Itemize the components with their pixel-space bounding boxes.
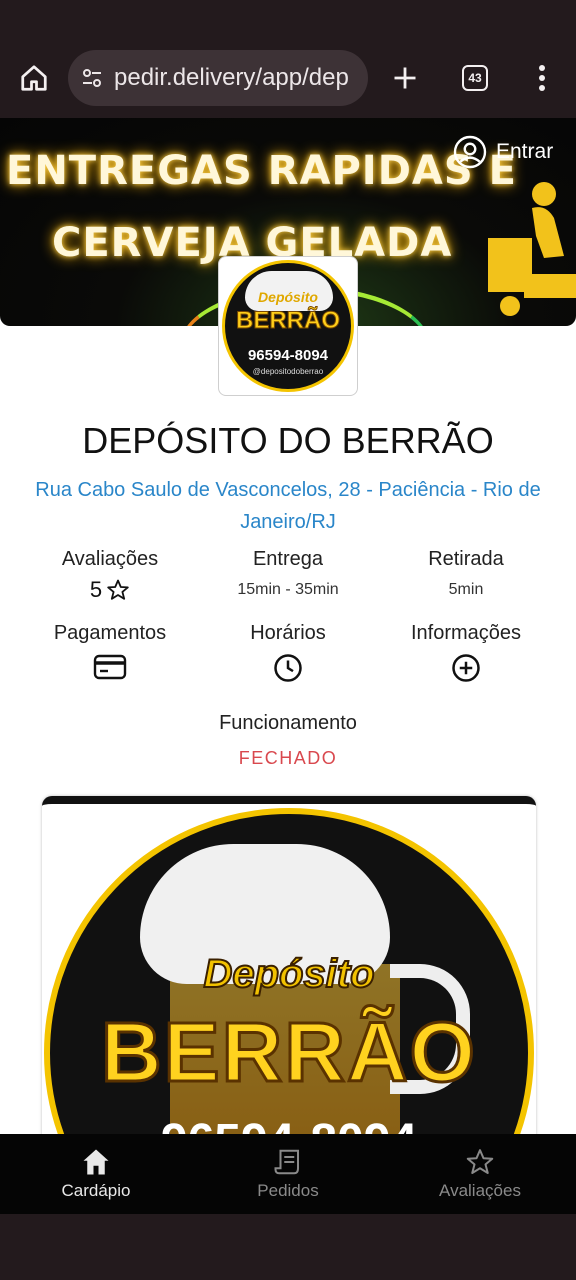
screen: pedir.delivery/app/dep 43 ENTREGAS RAPID… — [0, 0, 576, 1280]
store-logo: Depósito BERRÃO 96594-8094 @depositodobe… — [218, 256, 358, 396]
url-text[interactable]: pedir.delivery/app/dep — [114, 64, 349, 92]
home-icon — [21, 65, 47, 91]
information-label: Informações — [410, 622, 522, 644]
tab-count: 43 — [462, 65, 488, 91]
credit-card-icon — [93, 654, 127, 680]
home-button[interactable] — [14, 58, 54, 98]
pickup-info: Retirada 5min — [376, 548, 556, 599]
logo-phone-text: 96594-8094 — [247, 347, 329, 364]
logo-social-text: @depositodoberrao — [252, 367, 324, 376]
delivery-time: 15min - 35min — [237, 581, 339, 598]
add-circle-icon — [452, 654, 480, 682]
logo-name-text: BERRÃO — [235, 307, 340, 335]
plus-icon — [394, 67, 416, 89]
tab-switcher-button[interactable]: 43 — [455, 58, 495, 98]
delivery-info: Entrega 15min - 35min — [198, 548, 378, 599]
information-icon-wrap — [376, 653, 556, 683]
browser-toolbar: pedir.delivery/app/dep 43 — [0, 40, 576, 118]
hours-button[interactable]: Horários — [198, 622, 378, 683]
nav-label-cardapio: Cardápio — [61, 1181, 131, 1200]
banner-line-1: ENTREGAS RAPIDAS E — [6, 148, 517, 194]
information-button[interactable]: Informações — [376, 622, 556, 683]
star-icon — [466, 1149, 494, 1174]
delivery-label: Entrega — [252, 548, 324, 570]
payments-label: Pagamentos — [53, 622, 167, 644]
promo-logo-circle: Depósito BERRÃO 96594-8094 — [44, 808, 534, 1134]
nav-item-pedidos[interactable]: Pedidos — [192, 1134, 384, 1214]
nav-label-avaliacoes: Avaliações — [439, 1181, 521, 1200]
operation-label: Funcionamento — [219, 712, 357, 734]
payments-button[interactable]: Pagamentos — [20, 622, 200, 681]
hours-label: Horários — [250, 622, 326, 644]
new-tab-button[interactable] — [385, 58, 425, 98]
store-address[interactable]: Rua Cabo Saulo de Vasconcelos, 28 - Paci… — [30, 474, 546, 538]
browser-menu-button[interactable] — [522, 58, 562, 98]
hours-icon-wrap — [198, 653, 378, 683]
rating-info[interactable]: Avaliações 5 — [20, 548, 200, 603]
site-settings-icon[interactable] — [78, 64, 106, 92]
login-button[interactable]: Entrar — [452, 134, 553, 170]
promo-top-text: Depósito — [202, 951, 375, 997]
nav-label-pedidos: Pedidos — [257, 1181, 319, 1200]
pickup-label: Retirada — [428, 548, 504, 570]
system-gesture-bar — [0, 1214, 576, 1280]
star-outline-icon — [107, 579, 129, 600]
pickup-time: 5min — [448, 581, 484, 598]
promo-phone-text: 96594-8094 — [50, 1114, 528, 1134]
rating-value: 5 — [89, 577, 103, 602]
login-label: Entrar — [496, 140, 554, 163]
clock-icon — [274, 654, 302, 682]
promo-name-text: BERRÃO — [99, 1004, 477, 1101]
rating-value-row: 5 — [20, 577, 200, 603]
delivery-scooter-icon — [488, 182, 576, 316]
payments-icon-wrap — [20, 653, 200, 681]
nav-item-avaliacoes[interactable]: Avaliações — [384, 1134, 576, 1214]
logo-circle: Depósito BERRÃO 96594-8094 @depositodobe… — [222, 260, 354, 392]
receipt-icon — [274, 1149, 299, 1175]
address-bar[interactable]: pedir.delivery/app/dep — [68, 50, 368, 106]
rating-label: Avaliações — [61, 548, 159, 570]
home-icon — [83, 1149, 109, 1175]
logo-top-text: Depósito — [258, 289, 318, 305]
nav-item-cardapio[interactable]: Cardápio — [0, 1134, 192, 1214]
bottom-navigation: Cardápio Pedidos Avaliações — [0, 1134, 576, 1214]
status-bar — [0, 0, 576, 40]
more-vert-icon — [539, 65, 545, 91]
account-circle-icon — [453, 135, 487, 169]
status-badge: FECHADO — [238, 748, 338, 768]
store-page: ENTREGAS RAPIDAS E CERVEJA GELADA Entrar… — [0, 118, 576, 1134]
store-name: DEPÓSITO DO BERRÃO — [82, 420, 494, 461]
promo-image-card[interactable]: Depósito BERRÃO 96594-8094 — [42, 796, 536, 1134]
